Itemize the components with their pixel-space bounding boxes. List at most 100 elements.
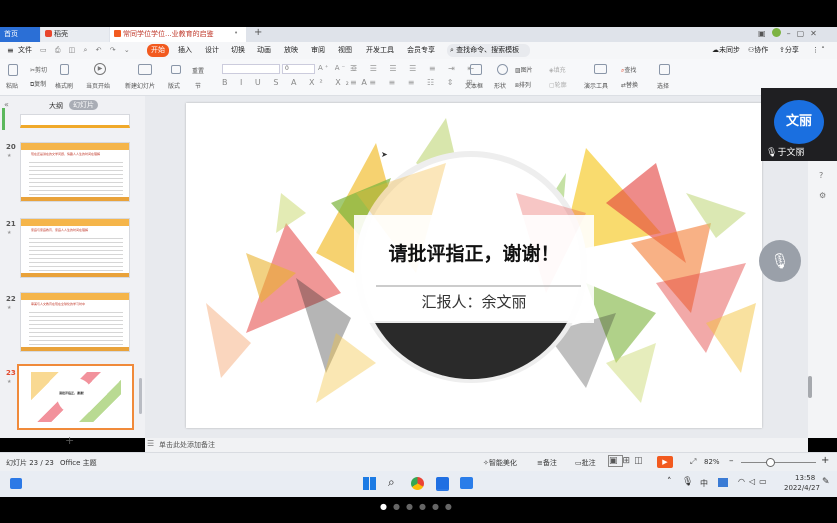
reading-view-icon[interactable]: ◫: [634, 456, 647, 466]
command-search[interactable]: ⌕ 查找命令、搜索模板: [447, 44, 530, 57]
zoom-in-icon[interactable]: +: [821, 455, 829, 466]
clock-time[interactable]: 13:58: [795, 474, 815, 482]
menu-member[interactable]: 会员专享: [407, 44, 435, 57]
tab-outline[interactable]: 大纲: [49, 101, 63, 111]
notes-bar[interactable]: ☰ 单击此处添加备注: [145, 438, 808, 452]
ime-indicator[interactable]: 中: [700, 478, 708, 489]
tab-document[interactable]: 常同学位学位...业教育的启鉴: [110, 27, 246, 42]
start-icon[interactable]: [363, 477, 376, 490]
copy-button[interactable]: ⧉复制: [30, 79, 46, 89]
sorter-view-icon[interactable]: ⊞: [623, 456, 635, 466]
paragraph-buttons[interactable]: ☰ ☰ ☰ ☰ ≡ ⇥ ⇤: [350, 64, 479, 73]
text-box-button[interactable]: 文本框: [465, 81, 483, 90]
layout-icon-tb[interactable]: [171, 65, 181, 74]
view-buttons[interactable]: ▣⊞◫: [608, 455, 647, 467]
meeting-video-tile[interactable]: 文丽 🎙于文丽: [761, 88, 837, 161]
share-button[interactable]: ⇪分享: [779, 44, 799, 57]
play-icon[interactable]: ▶: [94, 63, 106, 75]
presenter-button[interactable]: 演示工具: [584, 81, 608, 90]
page-dot[interactable]: ●: [393, 502, 406, 511]
arrange-button[interactable]: ⧈排列: [515, 80, 531, 90]
menu-design[interactable]: 设计: [205, 44, 219, 57]
notification-icon[interactable]: ✎: [822, 477, 830, 487]
sync-status[interactable]: ☁未同步: [712, 44, 740, 57]
format-painter-icon[interactable]: [60, 64, 69, 75]
new-slide-button[interactable]: 新建幻灯片: [125, 81, 155, 90]
presenter-icon[interactable]: [594, 64, 607, 74]
find-button[interactable]: ⌕查找: [621, 65, 636, 75]
menu-animation[interactable]: 动画: [257, 44, 271, 57]
add-slide-icon[interactable]: +: [65, 434, 74, 447]
tab-home[interactable]: 首页: [0, 27, 40, 42]
tab-slides[interactable]: 幻灯片: [69, 100, 98, 110]
slide-title[interactable]: 请批评指正，谢谢！: [354, 239, 594, 266]
fill-button[interactable]: ◈填充: [549, 65, 566, 74]
menu-slideshow[interactable]: 放映: [284, 44, 298, 57]
search-taskbar-icon[interactable]: ⌕: [388, 475, 395, 490]
paste-icon[interactable]: [8, 64, 18, 76]
collaborate-button[interactable]: ⚇协作: [748, 44, 768, 57]
close-tab-icon[interactable]: •: [234, 29, 238, 37]
menu-insert[interactable]: 插入: [178, 44, 192, 57]
format-painter-label[interactable]: 格式刷: [55, 81, 73, 90]
zoom-slider-track[interactable]: [741, 462, 816, 463]
thumbnail-slide[interactable]: 审美与人文教育在现在全球化的学习时中: [20, 292, 130, 352]
slide-reporter[interactable]: 汇报人：余文丽: [354, 291, 594, 312]
zoom-slider-handle[interactable]: [766, 458, 775, 467]
from-current-button[interactable]: 当页开始: [86, 81, 110, 90]
thumbnail-slide-current[interactable]: 请批评指正，谢谢！: [17, 364, 134, 430]
mute-microphone-button[interactable]: 🎙: [759, 240, 801, 282]
menu-review[interactable]: 审阅: [311, 44, 325, 57]
menu-home[interactable]: 开始: [147, 44, 169, 57]
shape-icon[interactable]: [497, 64, 508, 75]
picture-button[interactable]: ▨图片: [515, 65, 533, 74]
minimize-icon[interactable]: –: [787, 29, 797, 38]
menu-developer[interactable]: 开发工具: [366, 44, 394, 57]
outline-button[interactable]: ▢轮廓: [549, 80, 567, 89]
font-size-select[interactable]: 0: [282, 64, 315, 74]
cut-button[interactable]: ✂剪切: [30, 65, 47, 74]
section-button[interactable]: 节: [195, 81, 201, 90]
quick-access-icons[interactable]: ▭ ⎙ ◫ ⌕ ↶ ↷ ⌄: [40, 44, 133, 57]
page-dot[interactable]: ●: [445, 502, 458, 511]
normal-view-icon[interactable]: ▣: [608, 455, 623, 467]
settings-icon[interactable]: ⚙: [819, 191, 826, 200]
comments-toggle[interactable]: ▭批注: [575, 458, 596, 468]
zoom-out-icon[interactable]: –: [729, 456, 734, 466]
user-avatar-icon[interactable]: [771, 28, 781, 37]
paste-label[interactable]: 粘贴: [6, 81, 18, 90]
meeting-app-icon[interactable]: [436, 477, 449, 491]
text-box-icon[interactable]: [470, 64, 482, 75]
font-name-select[interactable]: [222, 64, 280, 74]
select-icon[interactable]: [659, 64, 670, 75]
thumbnail-partial[interactable]: [20, 114, 130, 128]
new-slide-icon[interactable]: [138, 64, 152, 75]
play-slideshow-button[interactable]: ▶: [657, 456, 673, 468]
notes-toggle[interactable]: ≡备注: [537, 458, 557, 468]
hamburger-icon[interactable]: ≡: [7, 44, 14, 57]
page-dot[interactable]: ●: [419, 502, 432, 511]
new-tab-icon[interactable]: +: [254, 27, 262, 38]
close-window-icon[interactable]: ✕: [810, 29, 823, 38]
tray-mic-icon[interactable]: 🎙: [682, 477, 693, 487]
tray-status-icons[interactable]: ◠◁▭: [738, 477, 771, 486]
thumbnail-slide[interactable]: 家庭与家庭教育、家庭人人生的时间在理解: [20, 218, 130, 278]
tray-chevron-icon[interactable]: ˄: [667, 477, 672, 487]
layout-icon[interactable]: ▣: [758, 29, 772, 38]
screen-share-icon[interactable]: [460, 477, 473, 489]
page-dot-active[interactable]: ●: [380, 502, 393, 511]
fit-icon[interactable]: ⤢: [690, 457, 696, 467]
slide-canvas[interactable]: 请批评指正，谢谢！ 汇报人：余文丽: [186, 103, 762, 428]
menu-view[interactable]: 视图: [338, 44, 352, 57]
page-dot[interactable]: ●: [432, 502, 445, 511]
shape-button[interactable]: 形状: [494, 81, 506, 90]
panel-scrollbar[interactable]: [139, 378, 142, 414]
menu-file[interactable]: 文件: [18, 44, 32, 57]
more-icon[interactable]: ⋮ ˄: [812, 44, 825, 57]
thumbnail-slide[interactable]: 现在还是讲在的文学问题，情趣人人生的时间在理解: [20, 142, 130, 202]
tab-docer[interactable]: 稻壳: [41, 27, 109, 42]
clock-date[interactable]: 2022/4/27: [784, 484, 820, 492]
smart-beautify-button[interactable]: ✧智能美化: [483, 458, 517, 468]
replace-button[interactable]: ⇄替换: [621, 80, 638, 89]
zoom-level[interactable]: 82%: [704, 458, 720, 466]
